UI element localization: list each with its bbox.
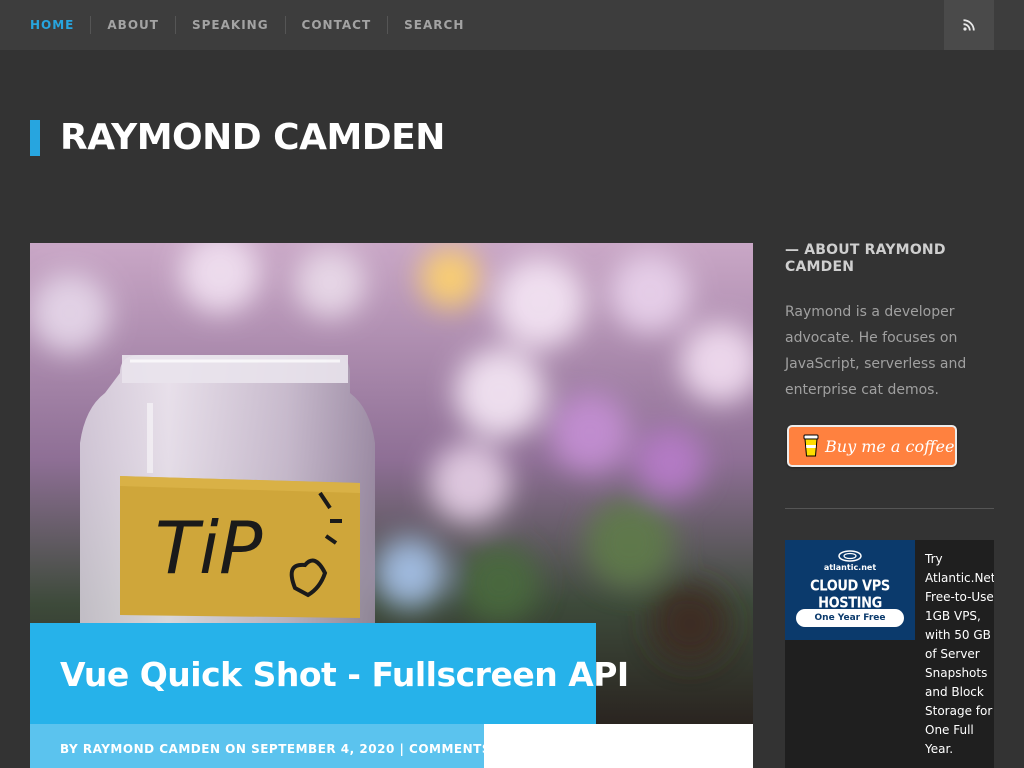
atlantic-logo-icon (838, 550, 862, 562)
sidebar-about-heading: — ABOUT RAYMOND CAMDEN (785, 242, 946, 275)
jar-label-text: TiP (155, 506, 263, 590)
ad-offer-pill: One Year Free (796, 609, 904, 627)
site-title[interactable]: RAYMOND CAMDEN (60, 116, 445, 160)
nav-home-link[interactable]: HOME (30, 16, 90, 34)
rss-feed-button[interactable] (944, 0, 994, 50)
ad-banner-image[interactable]: atlantic.net CLOUD VPS HOSTING One Year … (785, 540, 915, 640)
rss-icon (963, 19, 975, 31)
nav-speaking-link[interactable]: SPEAKING (174, 16, 285, 34)
nav-contact-link[interactable]: CONTACT (284, 16, 388, 34)
post-title-box[interactable]: Vue Quick Shot - Fullscreen API (30, 623, 629, 724)
ad-text-link[interactable]: Try Atlantic.Net's Free-to-Use 1GB VPS, … (925, 550, 994, 759)
ad-brand: atlantic.net (823, 563, 877, 572)
site-title-accent-bar (30, 120, 40, 156)
sidebar-ad[interactable]: atlantic.net CLOUD VPS HOSTING One Year … (785, 540, 994, 768)
post-body-start (484, 724, 753, 768)
comments-link[interactable]: COMMENTS (409, 742, 491, 756)
nav-about-link[interactable]: ABOUT (90, 16, 175, 34)
post-byline: BY RAYMOND CAMDEN ON SEPTEMBER 4, 2020 | (60, 742, 410, 756)
top-navigation-bar: HOME ABOUT SPEAKING CONTACT SEARCH (0, 0, 1024, 50)
main-nav: HOME ABOUT SPEAKING CONTACT SEARCH (30, 0, 480, 50)
sidebar-divider (785, 508, 994, 509)
buy-me-a-coffee-button[interactable]: Buy me a coffee (787, 425, 957, 467)
sidebar-bio: Raymond is a developer advocate. He focu… (785, 304, 967, 398)
post-title[interactable]: Vue Quick Shot - Fullscreen API (60, 653, 629, 697)
ad-headline: CLOUD VPS HOSTING (810, 577, 890, 613)
post-meta: BY RAYMOND CAMDEN ON SEPTEMBER 4, 2020 |… (30, 724, 491, 768)
nav-search-link[interactable]: SEARCH (387, 16, 480, 34)
coffee-button-label: Buy me a coffee (825, 436, 955, 456)
coffee-cup-icon (803, 434, 819, 457)
